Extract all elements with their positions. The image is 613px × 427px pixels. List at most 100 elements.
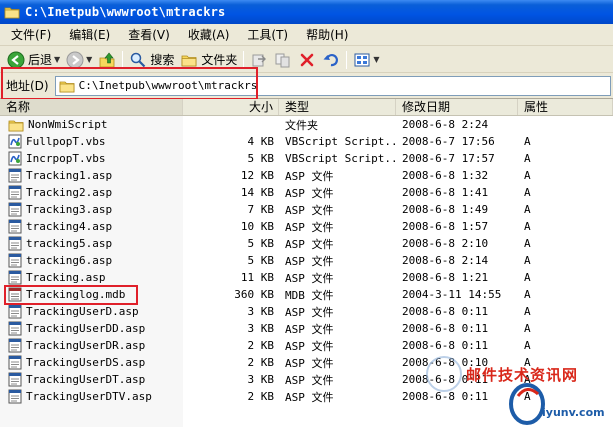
chevron-down-icon[interactable]: ▼ [86, 55, 92, 64]
file-name-cell[interactable]: FullpopT.vbs [0, 134, 183, 149]
file-attributes: A [524, 390, 531, 403]
move-to-button[interactable] [247, 49, 271, 71]
asp-file-icon [8, 253, 22, 268]
file-row[interactable]: TrackingUserDT.asp 3 KB ASP 文件 2008-6-8 0:1… [0, 371, 613, 388]
file-name: TrackingUserDTV.asp [26, 390, 152, 403]
file-name-cell[interactable]: NonWmiScript [0, 118, 183, 132]
file-modified-date: 2008-6-8 1:32 [402, 169, 489, 182]
file-row[interactable]: TrackingUserDS.asp 2 KB ASP 文件 2008-6-8 0:1… [0, 354, 613, 371]
file-row[interactable]: FullpopT.vbs 4 KB VBScript Script... 2008-6… [0, 133, 613, 150]
file-modified-date: 2008-6-8 0:11 [402, 322, 489, 335]
copy-to-icon [275, 53, 290, 67]
toolbar-separator [346, 50, 348, 69]
file-row[interactable]: tracking4.asp 10 KB ASP 文件 2008-6-8 1:57 A [0, 218, 613, 235]
file-type: ASP 文件 [285, 373, 334, 387]
file-type: ASP 文件 [285, 356, 334, 370]
file-size: 4 KB [247, 135, 275, 148]
asp-file-icon [8, 168, 22, 183]
search-button[interactable]: 搜索 [126, 49, 177, 71]
undo-button[interactable] [319, 49, 343, 71]
views-button[interactable]: ▼ [350, 49, 382, 71]
file-attributes: A [524, 271, 531, 284]
vbs-script-icon [8, 134, 22, 149]
file-type: ASP 文件 [285, 237, 334, 251]
file-size: 2 KB [247, 356, 275, 369]
move-to-icon [252, 54, 267, 66]
file-name-cell[interactable]: Tracking1.asp [0, 168, 183, 183]
file-name: TrackingUserDS.asp [26, 356, 146, 369]
file-name: TrackingUserDD.asp [26, 322, 146, 335]
file-name-cell[interactable]: IncrpopT.vbs [0, 151, 183, 166]
file-name-cell[interactable]: TrackingUserD.asp [0, 304, 183, 319]
asp-file-icon [8, 372, 22, 387]
file-row[interactable]: tracking6.asp 5 KB ASP 文件 2008-6-8 2:14 A [0, 252, 613, 269]
column-header-name[interactable]: 名称 [0, 99, 183, 115]
file-row[interactable]: Tracking2.asp 14 KB ASP 文件 2008-6-8 1:41 A [0, 184, 613, 201]
file-name: IncrpopT.vbs [26, 152, 106, 165]
file-attributes: A [524, 237, 531, 250]
copy-to-button[interactable] [271, 49, 295, 71]
file-name-cell[interactable]: Trackinglog.mdb [0, 287, 183, 302]
file-name-cell[interactable]: tracking4.asp [0, 219, 183, 234]
file-size: 5 KB [247, 152, 275, 165]
menu-help[interactable]: 帮助(H) [297, 25, 357, 45]
column-header-attributes[interactable]: 属性 [518, 99, 613, 115]
folders-button[interactable]: 文件夹 [177, 49, 240, 71]
file-name-cell[interactable]: Tracking2.asp [0, 185, 183, 200]
file-modified-date: 2008-6-8 1:41 [402, 186, 489, 199]
search-icon [131, 52, 146, 67]
file-name-cell[interactable]: TrackingUserDTV.asp [0, 389, 183, 404]
file-name-cell[interactable]: TrackingUserDR.asp [0, 338, 183, 353]
file-row[interactable]: Tracking1.asp 12 KB ASP 文件 2008-6-8 1:32 A [0, 167, 613, 184]
asp-file-icon [8, 355, 22, 370]
chevron-down-icon[interactable]: ▼ [373, 55, 379, 64]
file-name-cell[interactable]: TrackingUserDD.asp [0, 321, 183, 336]
file-row[interactable]: TrackingUserDD.asp 3 KB ASP 文件 2008-6-8 0:1… [0, 320, 613, 337]
column-header-size[interactable]: 大小 [183, 99, 279, 115]
up-folder-button[interactable] [95, 49, 119, 71]
file-row[interactable]: IncrpopT.vbs 5 KB VBScript Script... 2008-6… [0, 150, 613, 167]
file-name-cell[interactable]: Tracking3.asp [0, 202, 183, 217]
file-size: 3 KB [247, 305, 275, 318]
file-modified-date: 2008-6-8 1:49 [402, 203, 489, 216]
file-row[interactable]: Trackinglog.mdb 360 KB MDB 文件 2004-3-11 14:… [0, 286, 613, 303]
file-row[interactable]: TrackingUserDR.asp 2 KB ASP 文件 2008-6-8 0:1… [0, 337, 613, 354]
file-name: FullpopT.vbs [26, 135, 106, 148]
file-name: NonWmiScript [28, 118, 108, 131]
file-row[interactable]: TrackingUserDTV.asp 2 KB ASP 文件 2008-6-8 0:… [0, 388, 613, 405]
menu-edit[interactable]: 编辑(E) [60, 25, 119, 45]
file-modified-date: 2008-6-8 0:11 [402, 339, 489, 352]
file-row[interactable]: Tracking3.asp 7 KB ASP 文件 2008-6-8 1:49 A [0, 201, 613, 218]
forward-button[interactable]: ▼ [63, 49, 95, 71]
file-name: tracking6.asp [26, 254, 113, 267]
file-type: VBScript Script... [285, 152, 396, 165]
file-row[interactable]: TrackingUserD.asp 3 KB ASP 文件 2008-6-8 0:11… [0, 303, 613, 320]
file-attributes: A [524, 254, 531, 267]
menu-tools[interactable]: 工具(T) [238, 25, 297, 45]
asp-file-icon [8, 270, 22, 285]
column-header-type[interactable]: 类型 [279, 99, 396, 115]
file-row[interactable]: Tracking.asp 11 KB ASP 文件 2008-6-8 1:21 A [0, 269, 613, 286]
menu-view[interactable]: 查看(V) [119, 25, 179, 45]
menu-favorites[interactable]: 收藏(A) [179, 25, 239, 45]
file-name-cell[interactable]: tracking6.asp [0, 253, 183, 268]
file-name-cell[interactable]: Tracking.asp [0, 270, 183, 285]
chevron-down-icon[interactable]: ▼ [54, 55, 60, 64]
file-row[interactable]: tracking5.asp 5 KB ASP 文件 2008-6-8 2:10 A [0, 235, 613, 252]
file-row[interactable]: NonWmiScript 文件夹 2008-6-8 2:24 [0, 116, 613, 133]
file-name-cell[interactable]: tracking5.asp [0, 236, 183, 251]
address-input[interactable]: C:\Inetpub\wwwroot\mtrackrs [54, 75, 611, 96]
file-name-cell[interactable]: TrackingUserDT.asp [0, 372, 183, 387]
back-button[interactable]: 后退 ▼ [4, 49, 63, 71]
file-type: MDB 文件 [285, 288, 334, 302]
delete-button[interactable] [295, 49, 319, 71]
title-bar: C:\Inetpub\wwwroot\mtrackrs [0, 0, 613, 24]
file-size: 5 KB [247, 237, 275, 250]
column-header-date[interactable]: 修改日期 [396, 99, 518, 115]
menu-file[interactable]: 文件(F) [2, 25, 60, 45]
file-name-cell[interactable]: TrackingUserDS.asp [0, 355, 183, 370]
forward-arrow-icon [66, 51, 84, 68]
file-attributes: A [524, 169, 531, 182]
toolbar-separator [243, 50, 245, 69]
file-modified-date: 2008-6-8 0:10 [402, 356, 489, 369]
